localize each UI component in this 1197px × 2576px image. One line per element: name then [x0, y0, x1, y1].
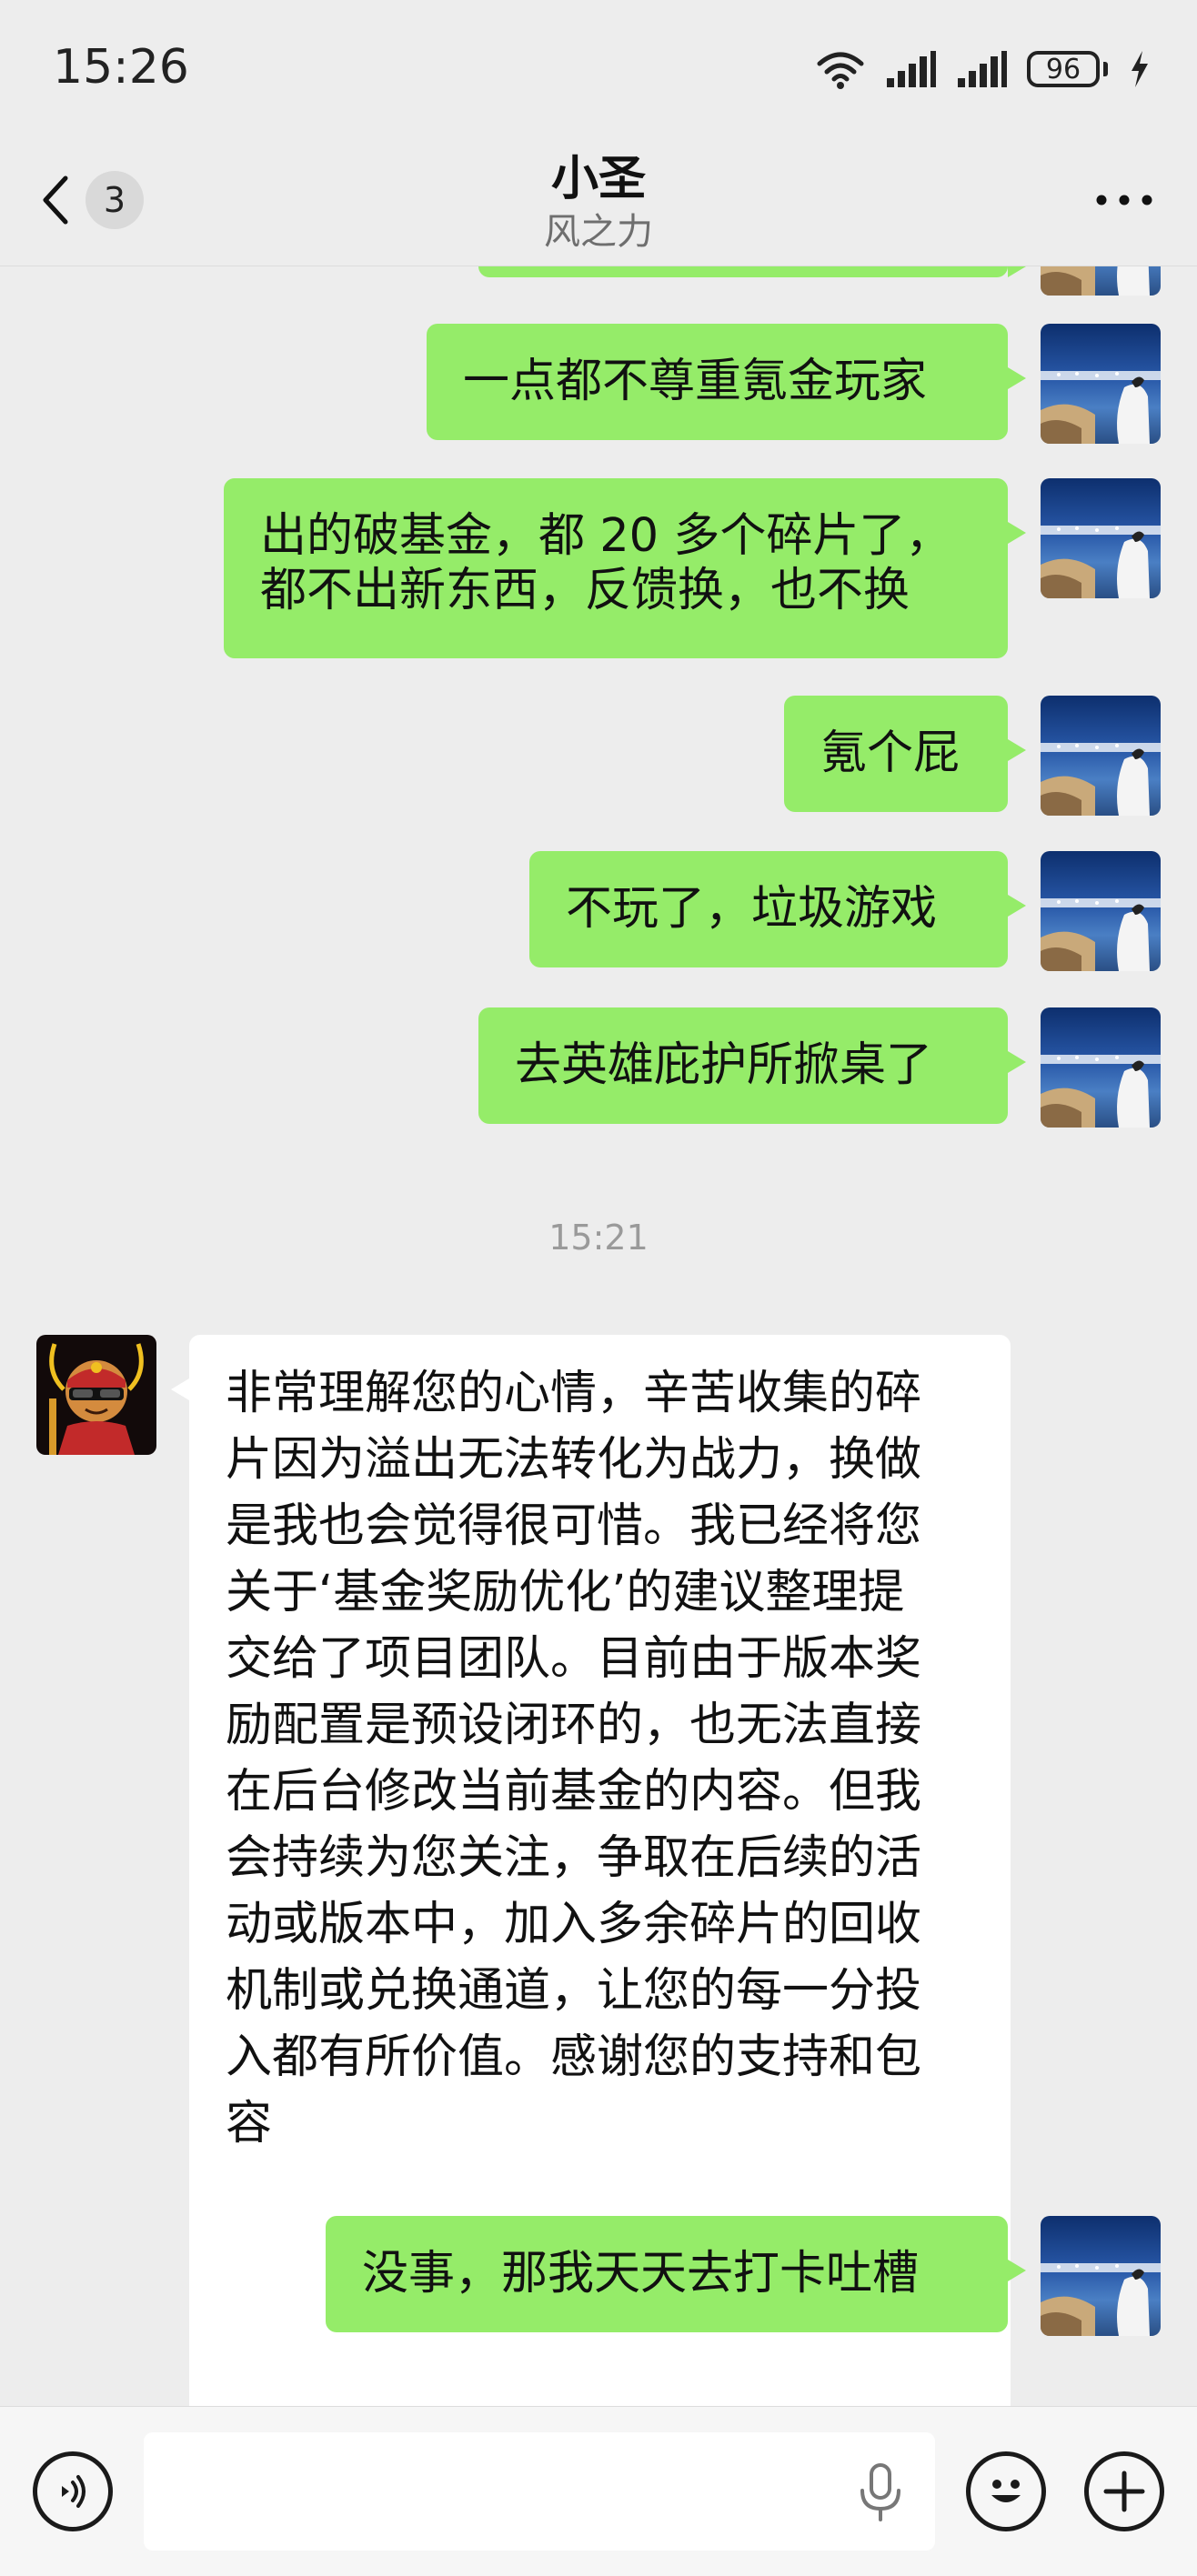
voice-toggle-icon: [62, 2475, 86, 2508]
chat-subtitle: 风之力: [544, 211, 653, 253]
message-text-line: 励配置是预设闭环的，也无法直接: [226, 1699, 922, 1752]
user-avatar[interactable]: [1041, 851, 1161, 971]
message-text-line: 入都有所价值。感谢您的支持和包: [226, 2030, 922, 2084]
message-text-line: 关于‘基金奖励优化’的建议整理提: [226, 1566, 905, 1619]
message-text-line: 片因为溢出无法转化为战力，换做: [226, 1433, 922, 1487]
message-text-line: 出的破基金，都 20 多个碎片了，: [260, 509, 952, 563]
input-bar: [0, 2406, 1197, 2576]
chat-header: 3 小圣 风之力: [0, 136, 1197, 266]
signal-icon: [958, 51, 1007, 87]
emoji-button[interactable]: [966, 2451, 1046, 2531]
message-bubble-partial[interactable]: [478, 266, 1026, 277]
message-text-line: 非常理解您的心情，辛苦收集的碎: [226, 1367, 922, 1420]
message-bubble-outgoing[interactable]: 不玩了，垃圾游戏: [529, 851, 1026, 967]
message-text-line: 在后台修改当前基金的内容。但我: [226, 1765, 922, 1819]
user-avatar[interactable]: [1041, 324, 1161, 444]
signal-icon: [887, 51, 936, 87]
battery-indicator: 96: [1027, 51, 1108, 87]
contact-avatar[interactable]: [36, 1335, 156, 1455]
battery-cap: [1103, 62, 1108, 76]
message-bubble-outgoing[interactable]: 没事，那我天天去打卡吐槽: [326, 2216, 1026, 2332]
message-bubble-outgoing[interactable]: 去英雄庇护所掀桌了: [478, 1007, 1026, 1124]
user-avatar[interactable]: [1041, 266, 1161, 296]
message-bubble-outgoing[interactable]: 氪个屁: [784, 696, 1026, 812]
message-list[interactable]: 一点都不尊重氪金玩家 出的破基金，都 20 多个碎片了， 都不出新东西，反馈换，…: [0, 266, 1197, 2406]
voice-toggle-button[interactable]: [33, 2451, 113, 2531]
message-text-line: 交给了项目团队。目前由于版本奖: [226, 1632, 922, 1686]
chat-title: 小圣: [550, 152, 646, 206]
message-input[interactable]: [144, 2432, 935, 2551]
message-text-line: 动或版本中，加入多余碎片的回收: [226, 1898, 922, 1951]
plus-icon: [1103, 2471, 1145, 2512]
message-text-line: 机制或兑换通道，让您的每一分投: [226, 1964, 922, 2018]
message-text-line: 容: [226, 2097, 273, 2150]
more-button[interactable]: [1088, 173, 1161, 227]
message-text: 去英雄庇护所掀桌了: [515, 1038, 933, 1092]
emoji-icon: [991, 2480, 1021, 2502]
message-text: 不玩了，垃圾游戏: [566, 882, 938, 936]
battery-level: 96: [1027, 51, 1100, 87]
message-text: 氪个屁: [820, 727, 961, 780]
message-text: 没事，那我天天去打卡吐槽: [362, 2247, 920, 2300]
more-dots-icon: [1096, 195, 1152, 205]
wifi-icon: [817, 52, 864, 89]
message-text-line: 会持续为您关注，争取在后续的活: [226, 1831, 922, 1885]
user-avatar[interactable]: [1041, 1007, 1161, 1128]
user-avatar[interactable]: [1041, 2216, 1161, 2336]
user-avatar[interactable]: [1041, 478, 1161, 598]
status-time: 15:26: [53, 40, 189, 95]
message-timestamp: 15:21: [548, 1218, 649, 1258]
status-icons: 96: [816, 45, 1150, 93]
message-bubble-outgoing[interactable]: 一点都不尊重氪金玩家: [427, 324, 1026, 440]
message-text-line: 都不出新东西，反馈换，也不换: [260, 564, 910, 617]
status-bar: 15:26 96: [0, 0, 1197, 136]
message-text: 一点都不尊重氪金玩家: [463, 355, 928, 408]
user-avatar[interactable]: [1041, 696, 1161, 816]
message-text-line: 是我也会觉得很可惜。我已经将您: [226, 1499, 922, 1553]
plus-button[interactable]: [1084, 2451, 1164, 2531]
charging-bolt-icon: [1132, 51, 1148, 87]
message-bubble-outgoing[interactable]: 出的破基金，都 20 多个碎片了， 都不出新东西，反馈换，也不换: [224, 478, 1026, 658]
microphone-icon[interactable]: [853, 2460, 908, 2523]
